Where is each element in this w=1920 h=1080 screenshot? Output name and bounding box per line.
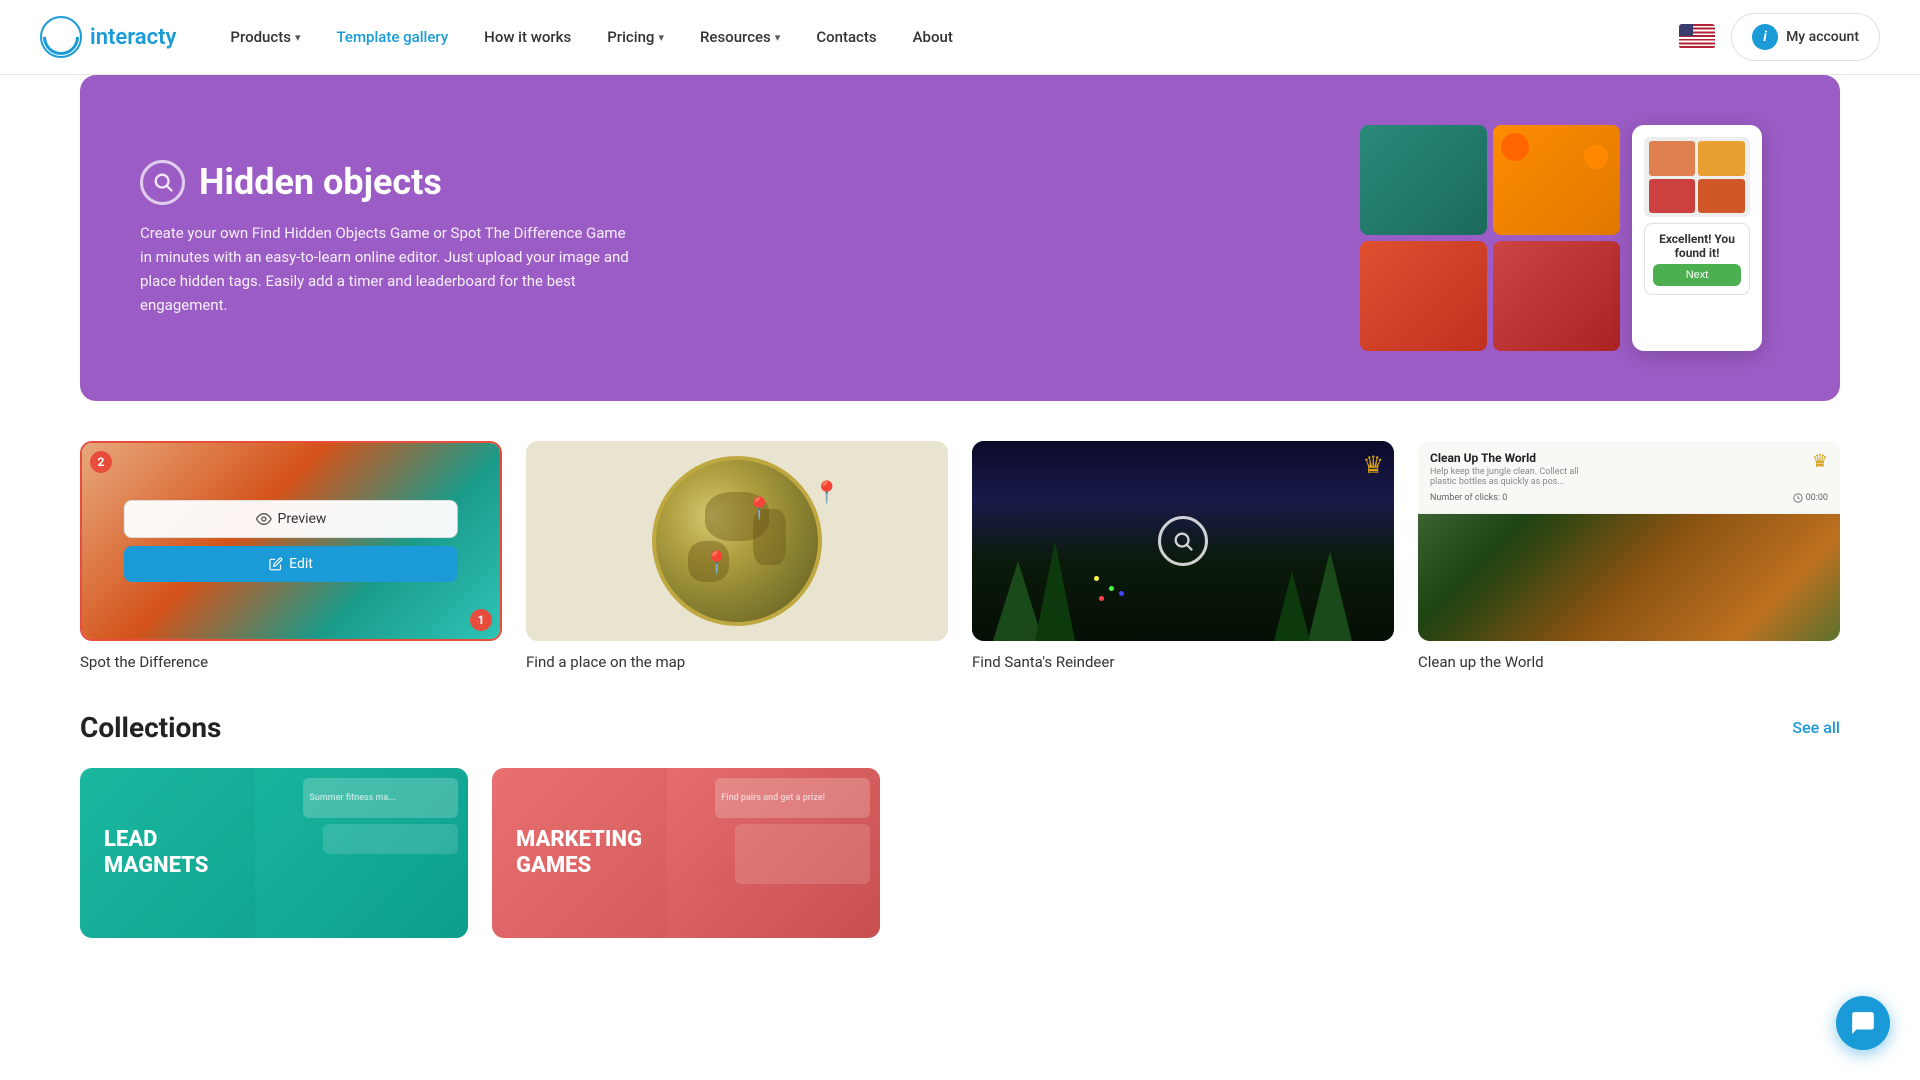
world-card-subtitle: Help keep the jungle clean. Collect all … [1430,467,1590,487]
phone-next-button[interactable]: Next [1653,264,1741,286]
see-all-link[interactable]: See all [1792,718,1840,737]
cards-grid: 2 Preview Edit 1 Spot the Difference [80,441,1840,671]
nav-label-template-gallery: Template gallery [336,28,448,46]
badge-number-2: 2 [90,451,112,473]
preview-button[interactable]: Preview [124,500,458,538]
card-clean-world[interactable]: Clean Up The World Help keep the jungle … [1418,441,1840,671]
nav-label-products: Products [230,28,291,46]
hero-image-grid [1360,125,1620,351]
hero-image-2 [1493,125,1620,235]
hero-left: Hidden objects Create your own Find Hidd… [140,160,1320,317]
world-crown-icon: ♛ [1812,451,1828,472]
hero-phone-mockup: Excellent! You found it! Next [1632,125,1762,351]
cards-section: 2 Preview Edit 1 Spot the Difference [0,401,1920,691]
phone-found-badge: Excellent! You found it! Next [1644,223,1750,295]
collections-section: Collections See all LEADMAGNETS Summer f… [0,691,1920,978]
card-spot-image: 2 Preview Edit 1 [80,441,502,641]
card-label-santa: Find Santa's Reindeer [972,653,1394,671]
map-pin-2: 📍 [813,481,840,506]
map-background: 📍 📍 📍 [526,441,948,641]
collection-marketing-label: MARKETINGGAMES [492,803,666,904]
navbar: interacty Products ▾ Template gallery Ho… [0,0,1920,75]
card-map-image: 📍 📍 📍 [526,441,948,641]
card-find-map[interactable]: 📍 📍 📍 Find a place on the map [526,441,948,671]
hero-section: Hidden objects Create your own Find Hidd… [80,75,1840,401]
nav-label-resources: Resources [700,28,771,46]
hero-image-4 [1493,241,1620,351]
search-circle-icon [1158,516,1208,566]
nav-item-contacts[interactable]: Contacts [802,20,890,54]
hero-icon-title: Hidden objects [140,160,1320,205]
chevron-down-icon-3: ▾ [775,31,781,44]
nav-item-pricing[interactable]: Pricing ▾ [593,20,678,54]
found-title: Excellent! You found it! [1653,232,1741,260]
chevron-down-icon: ▾ [295,31,301,44]
card-santa-image: ♛ [972,441,1394,641]
card-label-world: Clean up the World [1418,653,1840,671]
card-label-spot: Spot the Difference [80,653,502,671]
collections-title: Collections [80,711,221,744]
edit-button[interactable]: Edit [124,546,458,582]
world-card-title: Clean Up The World [1430,451,1590,465]
badge-number-1: 1 [470,609,492,631]
map-pin-3: 📍 [703,551,730,576]
chat-button[interactable] [1836,996,1890,1050]
hero-title: Hidden objects [199,161,442,203]
nav-links: Products ▾ Template gallery How it works… [216,20,1679,54]
language-flag-button[interactable] [1679,24,1715,50]
crown-icon: ♛ [1362,451,1384,479]
nav-label-pricing: Pricing [607,28,654,46]
nav-item-products[interactable]: Products ▾ [216,20,314,54]
nav-label-how-it-works: How it works [484,28,571,46]
collections-header: Collections See all [80,711,1840,744]
my-account-button[interactable]: i My account [1731,13,1880,61]
search-icon [140,160,185,205]
logo[interactable]: interacty [40,16,176,58]
logo-text: interacty [90,25,176,50]
chevron-down-icon-2: ▾ [658,31,664,44]
nav-item-template-gallery[interactable]: Template gallery [322,20,462,54]
nav-item-how-it-works[interactable]: How it works [470,20,585,54]
nav-item-about[interactable]: About [899,20,967,54]
collection-lead-label: LEADMAGNETS [80,803,232,904]
card-overlay: Preview Edit [124,500,458,582]
hero-right: Excellent! You found it! Next [1360,125,1780,351]
my-account-label: My account [1786,29,1859,45]
hero-description: Create your own Find Hidden Objects Game… [140,221,640,317]
map-pin-1: 📍 [745,497,772,522]
collection-marketing-games[interactable]: MARKETINGGAMES Find pairs and get a priz… [492,768,880,938]
logo-icon [40,16,82,58]
hero-image-3 [1360,241,1487,351]
world-time: 00:00 [1806,493,1828,503]
card-santa-reindeer[interactable]: ♛ Find Santa's Reindeer [972,441,1394,671]
world-clicks: Number of clicks: 0 [1430,493,1507,503]
hero-image-1 [1360,125,1487,235]
world-game-image [1418,514,1840,641]
nav-label-contacts: Contacts [816,28,876,46]
card-spot-difference[interactable]: 2 Preview Edit 1 Spot the Difference [80,441,502,671]
account-icon: i [1752,24,1778,50]
santa-background: ♛ [972,441,1394,641]
card-label-map: Find a place on the map [526,653,948,671]
nav-item-resources[interactable]: Resources ▾ [686,20,794,54]
nav-label-about: About [913,28,953,46]
collection-lead-magnets[interactable]: LEADMAGNETS Summer fitness ma... [80,768,468,938]
page-content: Hidden objects Create your own Find Hidd… [0,0,1920,978]
card-world-image: Clean Up The World Help keep the jungle … [1418,441,1840,641]
collections-grid: LEADMAGNETS Summer fitness ma... MARKETI… [80,768,880,938]
nav-right: i My account [1679,13,1880,61]
